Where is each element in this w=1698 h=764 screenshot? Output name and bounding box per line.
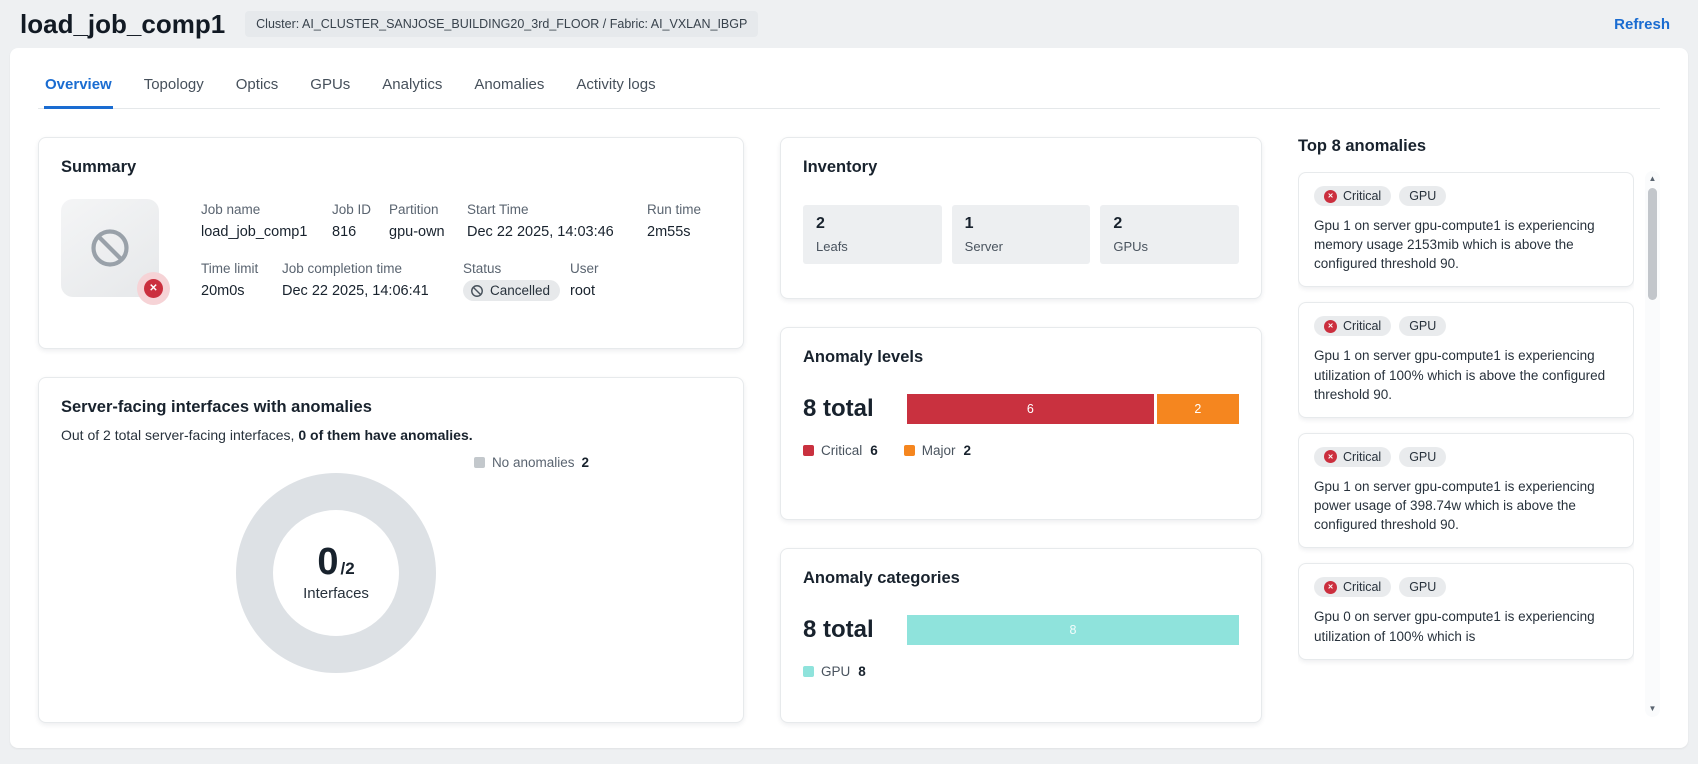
donut-legend: No anomalies 2 xyxy=(473,455,589,470)
stat-leafs: 2 Leafs xyxy=(803,205,942,264)
category-badge: GPU xyxy=(1399,446,1447,467)
field-job-id: Job ID 816 xyxy=(332,202,372,240)
donut-value: 0 xyxy=(317,540,339,583)
tab-gpus[interactable]: GPUs xyxy=(309,72,351,109)
anomaly-levels-title: Anomaly levels xyxy=(803,348,924,366)
no-anomalies-swatch xyxy=(473,457,485,468)
critical-swatch xyxy=(803,445,814,456)
tab-activity-logs[interactable]: Activity logs xyxy=(575,72,656,109)
field-status: Status Cancelled xyxy=(463,261,570,302)
field-time-limit: Time limit 20m0s xyxy=(201,261,259,299)
anomaly-message: Gpu 1 on server gpu-compute1 is experien… xyxy=(1314,218,1595,272)
anomaly-levels-total: 8 total xyxy=(803,395,874,422)
anomaly-levels-card: Anomaly levels 8 total 6 2 Critical 6 Ma… xyxy=(780,327,1262,520)
anomaly-message: Gpu 1 on server gpu-compute1 is experien… xyxy=(1314,478,1595,533)
field-job-completion-time: Job completion time Dec 22 2025, 14:06:4… xyxy=(282,261,429,299)
anomaly-categories-title: Anomaly categories xyxy=(803,569,960,587)
donut-total: /2 xyxy=(340,558,355,578)
anomaly-categories-total: 8 total xyxy=(803,616,874,643)
anomaly-categories-card: Anomaly categories 8 total 8 GPU 8 xyxy=(780,548,1262,723)
category-badge: GPU xyxy=(1399,186,1447,206)
inventory-card: Inventory 2 Leafs 1 Server 2 GPUs xyxy=(780,137,1262,299)
category-badge: GPU xyxy=(1399,577,1447,598)
job-status-thumbnail: ✕ xyxy=(61,199,170,305)
field-partition: Partition gpu-own xyxy=(389,202,445,240)
cluster-fabric-badge: Cluster: AI_CLUSTER_SANJOSE_BUILDING20_3… xyxy=(245,11,759,37)
critical-icon xyxy=(1324,450,1337,464)
status-badge: Cancelled xyxy=(463,280,561,301)
critical-legend: Critical 6 xyxy=(803,443,878,458)
critical-icon xyxy=(1324,580,1337,594)
severity-badge: Critical xyxy=(1314,316,1392,337)
gpu-legend: GPU 8 xyxy=(803,664,866,679)
major-legend: Major 2 xyxy=(903,443,971,458)
page-header: load_job_comp1 Cluster: AI_CLUSTER_SANJO… xyxy=(0,0,1698,48)
top-anomalies-panel: Top 8 anomalies Critical GPU Gpu 1 on se… xyxy=(1298,137,1660,723)
top-anomalies-title: Top 8 anomalies xyxy=(1298,137,1427,155)
prohibited-icon xyxy=(91,229,129,267)
tab-anomalies[interactable]: Anomalies xyxy=(473,72,545,109)
field-run-time: Run time 2m55s xyxy=(647,202,702,240)
severity-badge: Critical xyxy=(1314,446,1392,467)
stat-server: 1 Server xyxy=(951,205,1091,264)
anomaly-categories-bar: 8 xyxy=(907,615,1239,645)
major-bar-segment: 2 xyxy=(1156,394,1239,424)
anomaly-message: Gpu 0 on server gpu-compute1 is experien… xyxy=(1314,609,1595,644)
server-interfaces-title: Server-facing interfaces with anomalies xyxy=(61,398,372,416)
summary-card: Summary ✕ Job name load_job_comp1 Job ID… xyxy=(38,137,744,349)
anomaly-list: Critical GPU Gpu 1 on server gpu-compute… xyxy=(1298,172,1634,720)
severity-badge: Critical xyxy=(1314,186,1392,206)
gpu-swatch xyxy=(803,666,814,677)
tab-analytics[interactable]: Analytics xyxy=(381,72,443,109)
scroll-up-icon[interactable]: ▲ xyxy=(1649,174,1657,184)
gpu-bar-segment: 8 xyxy=(907,615,1239,645)
server-interfaces-subtitle: Out of 2 total server-facing interfaces,… xyxy=(61,427,473,443)
anomaly-item[interactable]: Critical GPU Gpu 1 on server gpu-compute… xyxy=(1298,302,1634,418)
category-badge: GPU xyxy=(1399,316,1447,337)
field-job-name: Job name load_job_comp1 xyxy=(201,202,308,240)
anomaly-item[interactable]: Critical GPU Gpu 1 on server gpu-compute… xyxy=(1298,432,1634,549)
critical-bar-segment: 6 xyxy=(907,394,1154,424)
field-start-time: Start Time Dec 22 2025, 14:03:46 xyxy=(467,202,614,240)
anomaly-item[interactable]: Critical GPU Gpu 1 on server gpu-compute… xyxy=(1298,172,1634,288)
cancelled-icon xyxy=(471,284,483,297)
interfaces-donut-chart: 0/2 Interfaces xyxy=(236,472,436,673)
main-panel: Overview Topology Optics GPUs Analytics … xyxy=(10,48,1688,748)
scrollbar-thumb[interactable] xyxy=(1648,188,1657,300)
refresh-button[interactable]: Refresh xyxy=(1614,16,1670,33)
tab-optics[interactable]: Optics xyxy=(235,72,280,109)
anomaly-levels-bar: 6 2 xyxy=(907,394,1239,424)
donut-label: Interfaces xyxy=(303,585,369,603)
tab-overview[interactable]: Overview xyxy=(44,72,113,109)
inventory-title: Inventory xyxy=(803,158,878,176)
anomaly-message: Gpu 1 on server gpu-compute1 is experien… xyxy=(1314,348,1606,402)
server-interfaces-card: Server-facing interfaces with anomalies … xyxy=(38,377,744,723)
critical-icon xyxy=(1324,319,1337,333)
summary-title: Summary xyxy=(61,158,137,176)
scroll-down-icon[interactable]: ▼ xyxy=(1649,704,1657,714)
anomaly-item[interactable]: Critical GPU Gpu 0 on server gpu-compute… xyxy=(1298,563,1634,660)
severity-badge: Critical xyxy=(1314,577,1392,598)
cancelled-status-icon: ✕ xyxy=(137,272,170,305)
page-title: load_job_comp1 xyxy=(20,8,226,39)
major-swatch xyxy=(903,445,915,456)
critical-icon xyxy=(1324,189,1337,203)
field-user: User root xyxy=(570,261,599,299)
tab-bar: Overview Topology Optics GPUs Analytics … xyxy=(38,64,1660,109)
anomaly-list-scrollbar[interactable]: ▲ ▼ xyxy=(1645,171,1660,717)
summary-fields: Job name load_job_comp1 Job ID 816 Parti… xyxy=(201,199,715,302)
stat-gpus: 2 GPUs xyxy=(1100,205,1240,264)
tab-topology[interactable]: Topology xyxy=(143,72,205,109)
